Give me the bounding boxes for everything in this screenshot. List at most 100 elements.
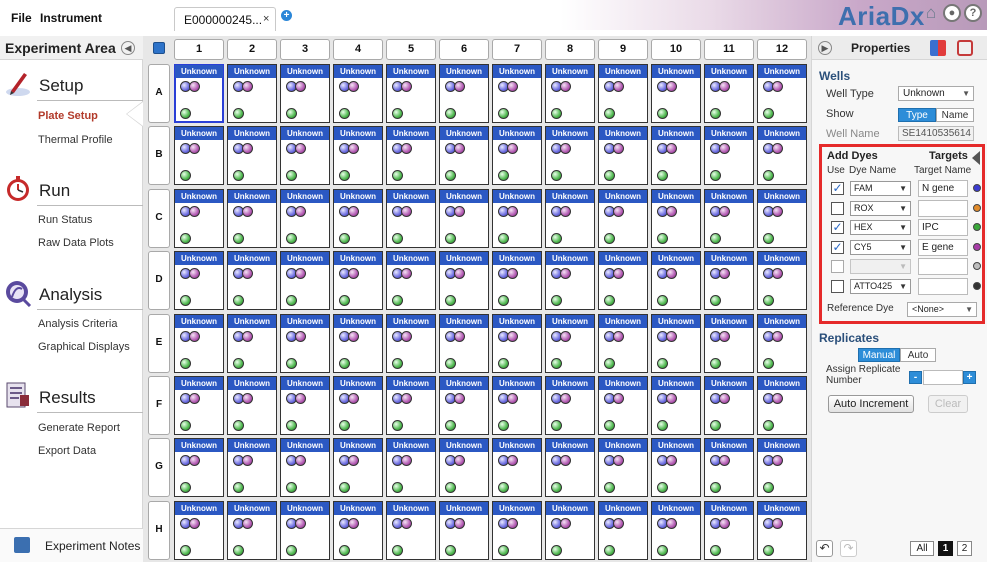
well-F4[interactable]: Unknown — [333, 376, 383, 435]
well-H4[interactable]: Unknown — [333, 501, 383, 560]
collapse-left-panel-icon[interactable]: ◀ — [121, 41, 135, 55]
well-G7[interactable]: Unknown — [492, 438, 542, 497]
well-E10[interactable]: Unknown — [651, 314, 701, 373]
well-A4[interactable]: Unknown — [333, 64, 383, 123]
well-F8[interactable]: Unknown — [545, 376, 595, 435]
well-E6[interactable]: Unknown — [439, 314, 489, 373]
well-F9[interactable]: Unknown — [598, 376, 648, 435]
well-F6[interactable]: Unknown — [439, 376, 489, 435]
well-C12[interactable]: Unknown — [757, 189, 807, 248]
well-F5[interactable]: Unknown — [386, 376, 436, 435]
section-title-run[interactable]: Run — [39, 181, 70, 201]
well-E1[interactable]: Unknown — [174, 314, 224, 373]
well-B7[interactable]: Unknown — [492, 126, 542, 185]
well-D12[interactable]: Unknown — [757, 251, 807, 310]
well-F2[interactable]: Unknown — [227, 376, 277, 435]
plate-layout-icon[interactable] — [930, 40, 946, 56]
row-header-C[interactable]: C — [148, 189, 170, 248]
menu-instrument[interactable]: Instrument — [40, 11, 102, 25]
row-header-E[interactable]: E — [148, 314, 170, 373]
nav-plate-setup[interactable]: Plate Setup — [38, 110, 98, 122]
dye-name-select[interactable]: FAM ▼ — [850, 181, 911, 196]
well-G10[interactable]: Unknown — [651, 438, 701, 497]
dye-name-select[interactable]: ROX ▼ — [850, 200, 911, 216]
targets-collapse-icon[interactable] — [972, 151, 980, 165]
well-A11[interactable]: Unknown — [704, 64, 754, 123]
well-B6[interactable]: Unknown — [439, 126, 489, 185]
dye-use-checkbox[interactable] — [831, 280, 844, 293]
well-C4[interactable]: Unknown — [333, 189, 383, 248]
well-C9[interactable]: Unknown — [598, 189, 648, 248]
target-name-field[interactable]: IPC — [918, 219, 968, 237]
well-A6[interactable]: Unknown — [439, 64, 489, 123]
well-E2[interactable]: Unknown — [227, 314, 277, 373]
column-header-12[interactable]: 12 — [757, 39, 807, 60]
well-B8[interactable]: Unknown — [545, 126, 595, 185]
show-type-toggle[interactable]: Type — [898, 108, 936, 122]
well-D6[interactable]: Unknown — [439, 251, 489, 310]
dye-use-checkbox[interactable]: ✓ — [831, 240, 844, 254]
help-bubble-icon[interactable]: ● — [943, 4, 961, 22]
well-H5[interactable]: Unknown — [386, 501, 436, 560]
target-name-field[interactable] — [918, 199, 968, 217]
well-H6[interactable]: Unknown — [439, 501, 489, 560]
well-B2[interactable]: Unknown — [227, 126, 277, 185]
row-header-B[interactable]: B — [148, 126, 170, 185]
well-H1[interactable]: Unknown — [174, 501, 224, 560]
well-G5[interactable]: Unknown — [386, 438, 436, 497]
well-B1[interactable]: Unknown — [174, 126, 224, 185]
well-C11[interactable]: Unknown — [704, 189, 754, 248]
row-header-A[interactable]: A — [148, 64, 170, 123]
column-header-3[interactable]: 3 — [280, 39, 330, 60]
well-D11[interactable]: Unknown — [704, 251, 754, 310]
dye-name-select[interactable]: ▼ — [850, 259, 911, 275]
well-E11[interactable]: Unknown — [704, 314, 754, 373]
target-name-field[interactable]: E gene — [918, 238, 968, 256]
well-A5[interactable]: Unknown — [386, 64, 436, 123]
well-B10[interactable]: Unknown — [651, 126, 701, 185]
well-A8[interactable]: Unknown — [545, 64, 595, 123]
well-D7[interactable]: Unknown — [492, 251, 542, 310]
dye-name-select[interactable]: ATTO425 ▼ — [850, 279, 911, 294]
well-D1[interactable]: Unknown — [174, 251, 224, 310]
well-name-field[interactable]: SE1410535614 — [898, 126, 974, 141]
well-A10[interactable]: Unknown — [651, 64, 701, 123]
well-C8[interactable]: Unknown — [545, 189, 595, 248]
well-G12[interactable]: Unknown — [757, 438, 807, 497]
page-all-button[interactable]: All — [910, 541, 934, 556]
well-G1[interactable]: Unknown — [174, 438, 224, 497]
well-H3[interactable]: Unknown — [280, 501, 330, 560]
well-A7[interactable]: Unknown — [492, 64, 542, 123]
well-B4[interactable]: Unknown — [333, 126, 383, 185]
column-header-2[interactable]: 2 — [227, 39, 277, 60]
show-name-toggle[interactable]: Name — [936, 108, 974, 122]
well-B9[interactable]: Unknown — [598, 126, 648, 185]
well-G4[interactable]: Unknown — [333, 438, 383, 497]
well-A2[interactable]: Unknown — [227, 64, 277, 123]
undo-icon[interactable]: ↶ — [816, 540, 833, 557]
select-all-wells-button[interactable] — [153, 42, 165, 54]
nav-generate-report[interactable]: Generate Report — [38, 422, 120, 434]
dye-use-checkbox[interactable] — [831, 260, 844, 274]
dye-use-checkbox[interactable] — [831, 201, 844, 215]
redo-icon[interactable]: ↷ — [840, 540, 857, 557]
well-C5[interactable]: Unknown — [386, 189, 436, 248]
well-F12[interactable]: Unknown — [757, 376, 807, 435]
well-D3[interactable]: Unknown — [280, 251, 330, 310]
well-G3[interactable]: Unknown — [280, 438, 330, 497]
row-header-F[interactable]: F — [148, 376, 170, 435]
column-header-10[interactable]: 10 — [651, 39, 701, 60]
dye-name-select[interactable]: CY5 ▼ — [850, 239, 911, 255]
well-C3[interactable]: Unknown — [280, 189, 330, 248]
dye-use-checkbox[interactable]: ✓ — [831, 221, 844, 235]
dye-name-select[interactable]: HEX ▼ — [850, 220, 911, 236]
section-title-analysis[interactable]: Analysis — [39, 285, 102, 305]
replicate-auto-toggle[interactable]: Auto — [900, 348, 936, 362]
well-D8[interactable]: Unknown — [545, 251, 595, 310]
replicate-manual-toggle[interactable]: Manual — [858, 348, 900, 362]
well-F11[interactable]: Unknown — [704, 376, 754, 435]
well-E5[interactable]: Unknown — [386, 314, 436, 373]
home-icon[interactable]: ⌂ — [922, 4, 940, 22]
well-H12[interactable]: Unknown — [757, 501, 807, 560]
well-C7[interactable]: Unknown — [492, 189, 542, 248]
